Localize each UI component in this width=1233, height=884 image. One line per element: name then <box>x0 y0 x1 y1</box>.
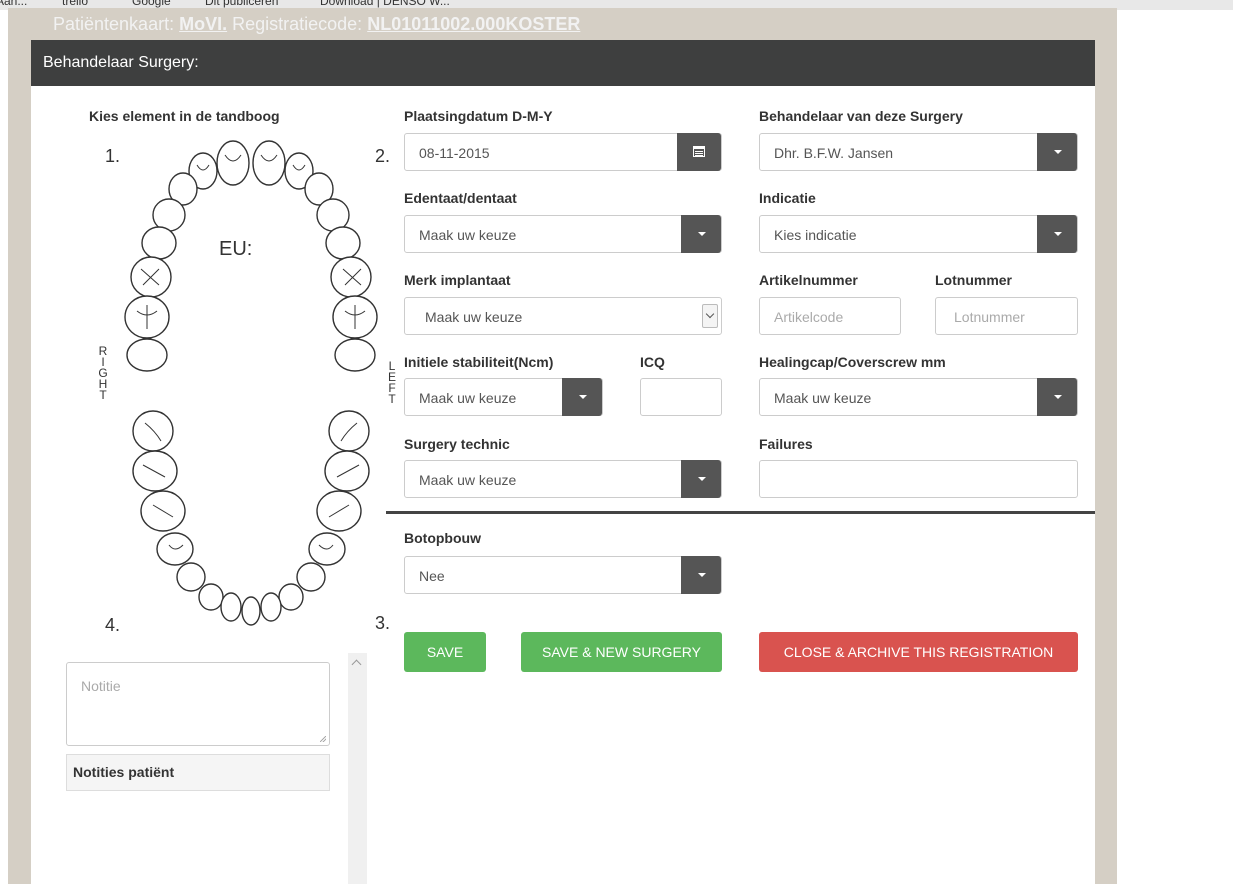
surgery-technic-value: Maak uw keuze <box>419 472 517 488</box>
chevron-down-icon <box>1037 215 1077 253</box>
bookmark-item[interactable]: Download | DENSO W... <box>320 0 450 8</box>
tooth <box>220 592 242 622</box>
bookmark-item[interactable]: Aan... <box>0 0 27 8</box>
registration-code-link[interactable]: NL01011002.000KOSTER <box>367 14 580 34</box>
close-archive-button[interactable]: CLOSE & ARCHIVE THIS REGISTRATION <box>759 632 1078 672</box>
tooth <box>330 256 372 298</box>
calendar-icon <box>693 146 705 157</box>
tooth <box>334 338 376 372</box>
icq-label: ICQ <box>640 354 665 370</box>
placement-date-input[interactable]: 08-11-2015 <box>404 133 722 171</box>
failures-label: Failures <box>759 436 813 452</box>
chevron-down-icon <box>1037 378 1077 416</box>
healingcap-label: Healingcap/Coverscrew mm <box>759 354 946 370</box>
bookmark-item[interactable]: trello <box>62 0 88 8</box>
patient-card-link[interactable]: MoVI. <box>179 14 227 34</box>
tooth <box>176 562 206 592</box>
article-number-placeholder: Artikelcode <box>774 309 844 325</box>
practitioner-value: Dhr. B.F.W. Jansen <box>774 145 894 161</box>
chevron-down-icon <box>681 460 721 498</box>
teeth-chart-heading: Kies element in de tandboog <box>89 108 280 124</box>
lot-number-input[interactable]: Lotnummer <box>935 297 1078 335</box>
tooth <box>260 592 282 622</box>
patient-notes-heading: Notities patiënt <box>66 754 330 791</box>
practitioner-select[interactable]: Dhr. B.F.W. Jansen <box>759 133 1078 171</box>
tooth <box>241 596 261 626</box>
edentate-value: Maak uw keuze <box>419 227 517 243</box>
tooth <box>198 583 224 611</box>
healingcap-select[interactable]: Maak uw keuze <box>759 378 1078 416</box>
placement-date-value: 08-11-2015 <box>419 145 490 161</box>
icq-input[interactable] <box>640 378 722 416</box>
tooth <box>325 226 361 260</box>
note-placeholder: Notitie <box>81 678 121 694</box>
chevron-down-icon <box>1037 133 1077 171</box>
tooth <box>296 562 326 592</box>
registration-code-label: Registratiecode: <box>232 14 363 34</box>
initial-stability-value: Maak uw keuze <box>419 390 517 406</box>
resize-handle-icon[interactable] <box>320 736 326 742</box>
right-side-label: RIGHT <box>98 344 108 402</box>
patient-card-label: Patiëntenkaart: <box>53 14 175 34</box>
section-divider <box>386 511 1095 514</box>
tooth <box>216 140 250 186</box>
bone-augmentation-label: Botopbouw <box>404 530 481 546</box>
indication-label: Indicatie <box>759 190 816 206</box>
note-textarea[interactable]: Notitie <box>66 662 330 746</box>
tooth <box>252 140 286 186</box>
bone-augmentation-select[interactable]: Nee <box>404 556 722 594</box>
dental-arch-chart[interactable] <box>113 135 391 645</box>
chevron-down-icon <box>562 378 602 416</box>
surgery-panel: Behandelaar Surgery: Kies element in de … <box>31 40 1095 884</box>
healingcap-value: Maak uw keuze <box>774 390 872 406</box>
article-number-label: Artikelnummer <box>759 272 858 288</box>
implant-brand-select[interactable]: Maak uw keuze <box>404 297 722 335</box>
chevron-down-icon <box>702 304 718 328</box>
placement-date-label: Plaatsingdatum D-M-Y <box>404 108 553 124</box>
bookmark-item[interactable]: Dit publiceren <box>205 0 278 8</box>
implant-brand-label: Merk implantaat <box>404 272 511 288</box>
initial-stability-label: Initiele stabiliteit(Ncm) <box>404 354 554 370</box>
surgery-technic-label: Surgery technic <box>404 436 510 452</box>
edentate-select[interactable]: Maak uw keuze <box>404 215 722 253</box>
practitioner-label: Behandelaar van deze Surgery <box>759 108 963 124</box>
tooth <box>126 338 168 372</box>
chevron-down-icon <box>681 215 721 253</box>
indication-value: Kies indicatie <box>774 227 857 243</box>
article-number-input[interactable]: Artikelcode <box>759 297 901 335</box>
page-background: Patiëntenkaart: MoVI. Registratiecode: N… <box>8 8 1117 884</box>
surgery-technic-select[interactable]: Maak uw keuze <box>404 460 722 498</box>
lot-number-placeholder: Lotnummer <box>954 309 1025 325</box>
tooth <box>316 198 350 232</box>
save-button[interactable]: SAVE <box>404 632 486 672</box>
edentate-label: Edentaat/dentaat <box>404 190 517 206</box>
save-new-surgery-button[interactable]: SAVE & NEW SURGERY <box>521 632 722 672</box>
notes-scrollbar[interactable] <box>348 653 367 884</box>
bookmark-item[interactable]: Google <box>132 0 171 8</box>
calendar-button[interactable] <box>677 133 721 171</box>
failures-input[interactable] <box>759 460 1078 498</box>
patient-header: Patiëntenkaart: MoVI. Registratiecode: N… <box>53 14 580 35</box>
chevron-down-icon <box>681 556 721 594</box>
panel-title: Behandelaar Surgery: <box>31 40 1095 86</box>
initial-stability-select[interactable]: Maak uw keuze <box>404 378 603 416</box>
tooth <box>278 583 304 611</box>
tooth <box>141 226 177 260</box>
indication-select[interactable]: Kies indicatie <box>759 215 1078 253</box>
bone-augmentation-value: Nee <box>419 568 445 584</box>
lot-number-label: Lotnummer <box>935 272 1012 288</box>
implant-brand-value: Maak uw keuze <box>425 309 523 325</box>
tooth <box>152 198 186 232</box>
